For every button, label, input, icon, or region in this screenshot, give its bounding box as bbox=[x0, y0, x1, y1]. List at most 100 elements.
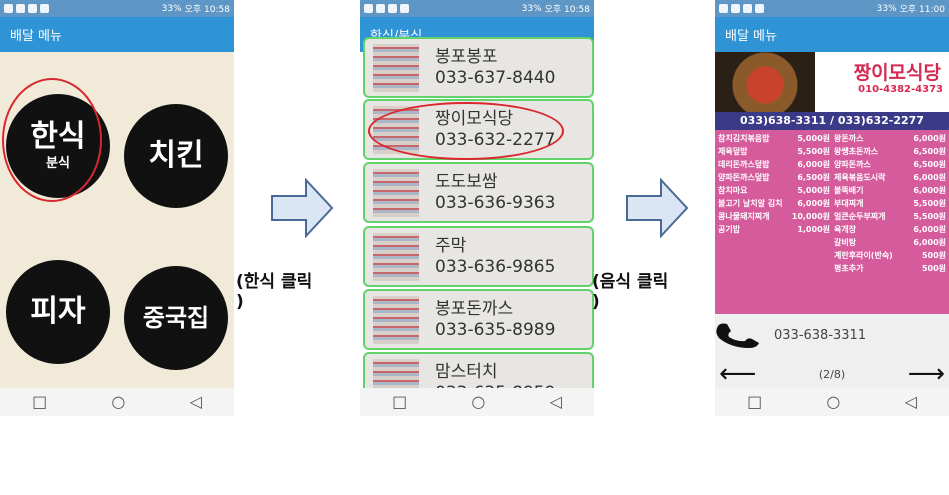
menu-item-name: 불고기 날치알 김치 bbox=[718, 199, 783, 208]
recent-apps-icon[interactable]: □ bbox=[392, 394, 407, 410]
back-icon[interactable]: ◁ bbox=[905, 394, 917, 410]
phone-screen-list: 33%오후 10:58 한식/분식 봉포봉포033-637-8440 짱이모식당… bbox=[360, 0, 594, 416]
status-bar: 33% 오후 11:00 bbox=[715, 0, 949, 17]
page-counter: (2/8) bbox=[818, 367, 846, 381]
menu-item-price: 5,500원 bbox=[913, 212, 946, 221]
menu-row: 평초추가 500원 bbox=[834, 263, 946, 274]
highlight-oval bbox=[368, 102, 564, 160]
menu-item-name: 육개장 bbox=[834, 225, 857, 234]
category-chicken[interactable]: 치킨 bbox=[124, 104, 228, 208]
menu-row: 왕돈까스 6,000원 bbox=[834, 133, 946, 144]
menu-row: 참치김치볶음밥 5,000원 bbox=[718, 133, 830, 144]
back-icon[interactable]: ◁ bbox=[550, 394, 562, 410]
menu-item-name: 참치김치볶음밥 bbox=[718, 134, 770, 143]
app-title: 배달 메뉴 bbox=[725, 29, 777, 44]
menu-item-price: 6,000원 bbox=[913, 134, 946, 143]
restaurant-thumbnail bbox=[373, 232, 419, 281]
prev-arrow-icon[interactable]: ⟵ bbox=[719, 361, 756, 387]
home-icon[interactable]: ○ bbox=[471, 394, 485, 410]
menu-header: 짱이모식당 010-4382-4373 bbox=[715, 52, 949, 112]
call-row[interactable]: 033-638-3311 bbox=[715, 320, 949, 350]
menu-row: 제육덮밥 5,500원 bbox=[718, 146, 830, 157]
restaurant-name: 맘스터치 bbox=[435, 361, 498, 382]
recent-apps-icon[interactable]: □ bbox=[747, 394, 762, 410]
category-label: 피자 bbox=[30, 294, 86, 329]
menu-item-name: 콩나물돼지찌개 bbox=[718, 212, 770, 221]
caption-korean-click: (한식 클릭 ) bbox=[236, 272, 313, 312]
menu-item-name: 부대찌개 bbox=[834, 199, 864, 208]
back-icon[interactable]: ◁ bbox=[190, 394, 202, 410]
restaurant-thumbnail bbox=[373, 43, 419, 92]
menu-row: 양파돈까스 6,500원 bbox=[834, 159, 946, 170]
app-bar: 배달 메뉴 bbox=[715, 17, 949, 52]
restaurant-list: 봉포봉포 033-637-8440 짱이모식당 033-632-2277 도도보쌈 0… bbox=[360, 37, 594, 413]
menu-item-price: 5,000원 bbox=[797, 186, 830, 195]
menu-columns: 참치김치볶음밥 5,000원 제육덮밥 5,500원 데리돈까스덮밥 6,000원 양파돈까… bbox=[715, 130, 949, 277]
list-item[interactable]: 봉포돈까스 033-635-8989 bbox=[363, 289, 594, 350]
caption-food-click: (음식 클릭 ) bbox=[592, 272, 669, 312]
battery-text: 33% bbox=[876, 3, 897, 14]
menu-item-name: 양파돈까스덮밥 bbox=[718, 173, 770, 182]
battery-text: 33% bbox=[521, 3, 542, 14]
battery-text: 33% bbox=[161, 3, 182, 14]
menu-row: 불뚝배기 6,000원 bbox=[834, 185, 946, 196]
shop-tel: 033)638-3311 / 033)632-2277 bbox=[715, 112, 949, 130]
menu-item-name: 얼큰순두부찌개 bbox=[834, 212, 886, 221]
menu-row: 콩나물돼지찌개 10,000원 bbox=[718, 211, 830, 222]
shop-name: 짱이모식당 bbox=[853, 62, 941, 84]
recent-apps-icon[interactable]: □ bbox=[32, 394, 47, 410]
phone-handset-icon[interactable] bbox=[715, 322, 770, 348]
menu-item-price: 500원 bbox=[921, 264, 946, 273]
highlight-oval bbox=[2, 78, 102, 202]
list-item[interactable]: 도도보쌈 033-636-9363 bbox=[363, 162, 594, 223]
list-item[interactable]: 봉포봉포 033-637-8440 bbox=[363, 37, 594, 98]
menu-row: 왕쌩초돈까스 6,500원 bbox=[834, 146, 946, 157]
restaurant-phone: 033-636-9363 bbox=[435, 192, 556, 213]
menu-item-name: 불뚝배기 bbox=[834, 186, 864, 195]
menu-row: 제육볶음도시락 6,000원 bbox=[834, 172, 946, 183]
menu-row: 공기밥 1,000원 bbox=[718, 224, 830, 235]
restaurant-phone: 033-637-8440 bbox=[435, 67, 556, 88]
menu-row: 갈비탕 6,000원 bbox=[834, 237, 946, 248]
menu-item-price: 5,500원 bbox=[797, 147, 830, 156]
restaurant-name: 주막 bbox=[435, 235, 467, 256]
restaurant-phone: 033-635-8989 bbox=[435, 319, 556, 340]
menu-item-name: 평초추가 bbox=[834, 264, 864, 273]
list-item[interactable]: 주막 033-636-9865 bbox=[363, 226, 594, 287]
menu-item-price: 6,000원 bbox=[913, 186, 946, 195]
menu-item-name: 제육덮밥 bbox=[718, 147, 748, 156]
food-photo bbox=[715, 52, 815, 112]
menu-item-name: 양파돈까스 bbox=[834, 160, 871, 169]
menu-row: 양파돈까스덮밥 6,500원 bbox=[718, 172, 830, 183]
status-time: 오후 11:00 bbox=[899, 5, 945, 15]
status-bar: 33% 오후 10:58 bbox=[360, 0, 594, 17]
home-icon[interactable]: ○ bbox=[111, 394, 125, 410]
shop-mobile: 010-4382-4373 bbox=[858, 84, 943, 95]
category-pizza[interactable]: 피자 bbox=[6, 260, 110, 364]
menu-item-price: 5,000원 bbox=[797, 134, 830, 143]
restaurant-name: 도도보쌈 bbox=[435, 171, 498, 192]
nav-bar: □ ○ ◁ bbox=[0, 388, 234, 416]
menu-item-price: 10,000원 bbox=[791, 212, 830, 221]
menu-item-name: 제육볶음도시락 bbox=[834, 173, 886, 182]
app-title: 배달 메뉴 bbox=[10, 29, 62, 44]
status-time: 오후 10:58 bbox=[544, 5, 590, 15]
nav-bar: □ ○ ◁ bbox=[360, 388, 594, 416]
category-chinese[interactable]: 중국집 bbox=[124, 266, 228, 370]
home-icon[interactable]: ○ bbox=[826, 394, 840, 410]
phone-screen-home: 33% 오후 10:58 배달 메뉴 한식 분식 치킨 피자 중국집 □ ○ ◁ bbox=[0, 0, 234, 416]
menu-row: 참치마요 5,000원 bbox=[718, 185, 830, 196]
restaurant-thumbnail bbox=[373, 295, 419, 344]
menu-item-price: 6,000원 bbox=[913, 173, 946, 182]
flow-arrow-icon bbox=[271, 178, 334, 238]
next-arrow-icon[interactable]: ⟶ bbox=[908, 361, 945, 387]
menu-row: 데리돈까스덮밥 6,000원 bbox=[718, 159, 830, 170]
menu-item-price: 500원 bbox=[921, 251, 946, 260]
category-grid: 한식 분식 치킨 피자 중국집 bbox=[0, 52, 234, 388]
menu-item-name: 계란후라이(반숙) bbox=[834, 251, 893, 260]
category-label: 치킨 bbox=[148, 138, 204, 173]
menu-row: 불고기 날치알 김치 6,000원 bbox=[718, 198, 830, 209]
menu-item-price: 1,000원 bbox=[797, 225, 830, 234]
status-time: 오후 10:58 bbox=[184, 5, 230, 15]
call-number: 033-638-3311 bbox=[774, 327, 867, 343]
